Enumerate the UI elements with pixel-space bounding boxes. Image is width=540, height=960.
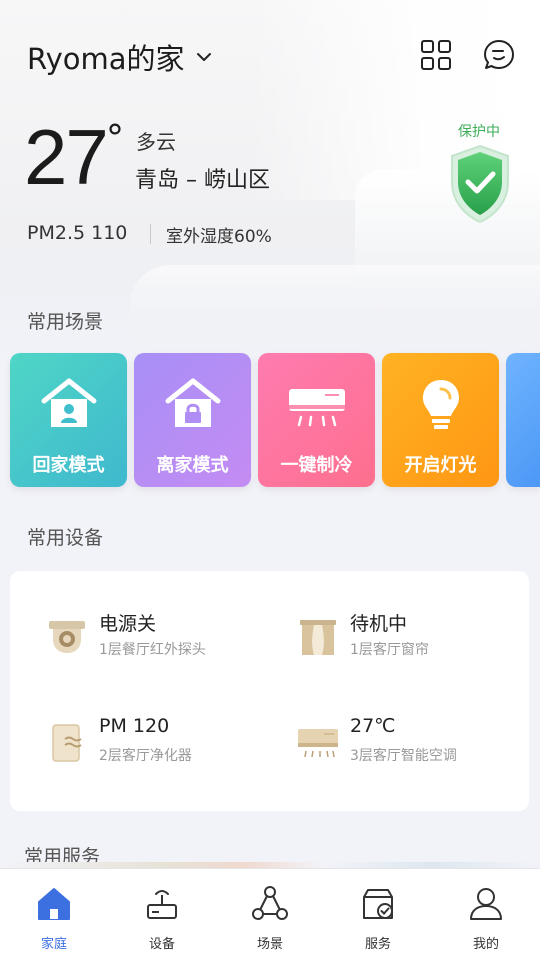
device-location: 1层餐厅红外探头 [99, 642, 206, 658]
weather-condition: 多云 [136, 130, 176, 154]
scene-card-home[interactable]: 回家模式 [10, 353, 127, 487]
router-icon [147, 890, 177, 919]
service-box-icon [363, 889, 393, 919]
scenes-section-title: 常用场景 [27, 311, 104, 333]
home-lock-icon [165, 378, 220, 427]
device-status: 电源关 [99, 613, 157, 635]
scene-card-cool[interactable]: 一键制冷 [258, 353, 375, 487]
protection-status: 保护中 [458, 124, 500, 140]
tab-home[interactable]: 家庭 [0, 869, 108, 960]
chevron-down-icon [196, 53, 211, 61]
bottom-tab-bar: 家庭 设备 场景 服务 我的 [0, 868, 540, 960]
light-bulb-icon [422, 380, 459, 429]
device-status: 27℃ [350, 715, 396, 737]
home-person-icon [41, 378, 96, 427]
scene-card-away[interactable]: 离家模式 [134, 353, 251, 487]
degree-symbol: ° [106, 118, 124, 159]
chat-bubble-icon[interactable] [482, 38, 516, 72]
tab-label: 服务 [364, 937, 391, 952]
nodes-icon [252, 886, 288, 920]
home-selector[interactable]: Ryoma的家 [27, 36, 213, 78]
curtain-icon [300, 620, 336, 655]
device-location: 1层客厅窗帘 [350, 642, 429, 658]
device-location: 2层客厅净化器 [99, 748, 192, 764]
device-status: PM 120 [99, 715, 170, 737]
scene-card-light[interactable]: 开启灯光 [382, 353, 499, 487]
tab-label: 家庭 [40, 937, 67, 952]
devices-card: 电源关 1层餐厅红外探头 待机中 1层客厅窗帘 PM 120 2层客厅净化器 2… [10, 571, 529, 811]
camera-sensor-icon [49, 621, 85, 653]
temperature-value: 27 [24, 113, 109, 201]
air-purifier-icon [52, 724, 82, 762]
tab-label: 我的 [472, 937, 499, 952]
scene-label: 回家模式 [32, 455, 105, 476]
tab-devices[interactable]: 设备 [108, 869, 216, 960]
pm25-value: PM2.5 110 [27, 222, 128, 244]
grid-icon[interactable] [419, 38, 453, 72]
scene-card-partial[interactable] [506, 353, 540, 487]
scene-label: 离家模式 [156, 455, 229, 476]
home-name: Ryoma的家 [27, 42, 185, 76]
device-status: 待机中 [350, 613, 408, 635]
tab-label: 设备 [148, 937, 175, 952]
tab-scenes[interactable]: 场景 [216, 869, 324, 960]
humidity-value: 室外湿度60% [166, 227, 272, 247]
devices-section-title: 常用设备 [27, 527, 104, 549]
tab-services[interactable]: 服务 [324, 869, 432, 960]
location-label: 青岛 – 崂山区 [135, 168, 270, 193]
tab-label: 场景 [256, 937, 283, 952]
shield-check-icon[interactable] [446, 142, 514, 226]
tab-profile[interactable]: 我的 [432, 869, 540, 960]
air-conditioner-icon [288, 389, 345, 427]
air-conditioner-icon [298, 729, 338, 758]
divider [150, 224, 151, 244]
scene-label: 开启灯光 [404, 455, 477, 476]
device-location: 3层客厅智能空调 [350, 748, 457, 764]
scene-label: 一键制冷 [280, 455, 353, 476]
home-icon [38, 888, 70, 920]
person-icon [470, 888, 502, 920]
